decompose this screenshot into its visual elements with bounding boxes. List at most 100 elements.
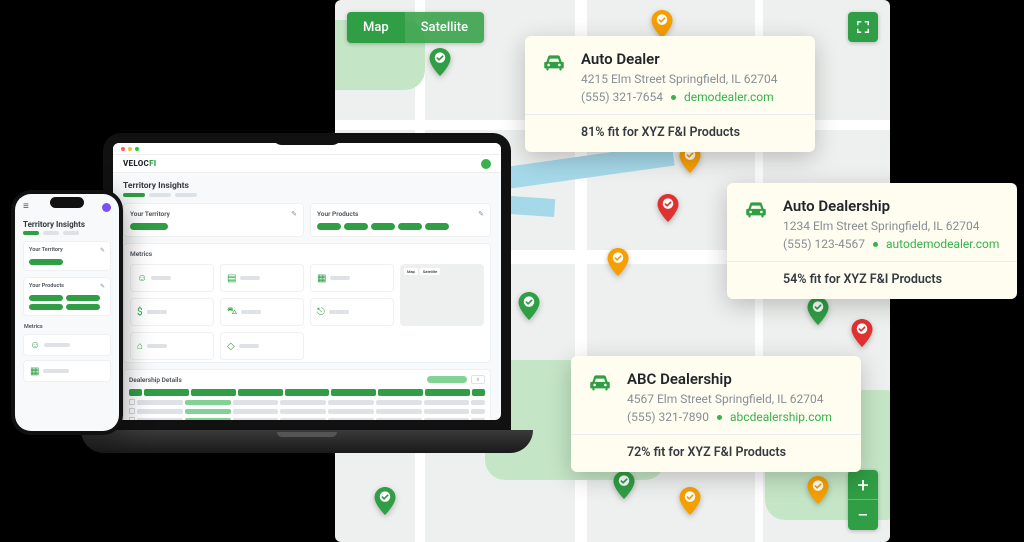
territory-card[interactable]: Your Territory ✎	[123, 203, 304, 237]
territory-card-title: Your Territory	[130, 210, 170, 218]
filter-chip[interactable]	[427, 376, 467, 383]
dealer-card-2[interactable]: ABC Dealership 4567 Elm Street Springfie…	[571, 356, 861, 472]
metric-item[interactable]: ☺	[130, 264, 214, 292]
row-checkbox[interactable]	[129, 408, 135, 414]
dealer-phone: (555) 321-7654	[581, 90, 663, 104]
map-pin[interactable]	[654, 194, 682, 222]
map-pin[interactable]	[610, 471, 638, 499]
metrics-map-preview[interactable]: Map Satellite	[400, 264, 484, 326]
metric-item[interactable]: ⛍	[220, 298, 304, 326]
map-view-satellite-button[interactable]: Satellite	[405, 12, 484, 43]
row-checkbox[interactable]	[129, 417, 135, 420]
territory-card-title: Your Territory	[29, 247, 63, 254]
dealer-phone: (555) 321-7890	[627, 410, 709, 424]
dealer-title: Auto Dealership	[783, 197, 1001, 215]
dealer-card-0[interactable]: Auto Dealer 4215 Elm Street Springfield,…	[525, 36, 815, 152]
metrics-card-title: Metrics	[24, 324, 111, 330]
building-icon: ▤	[227, 273, 236, 284]
map-pin[interactable]	[848, 319, 876, 347]
phone-mockup: ≡ Territory Insights Your Territory ✎ Yo…	[11, 190, 123, 435]
divider	[571, 434, 861, 435]
map-pin[interactable]	[426, 48, 454, 76]
table-row[interactable]	[129, 417, 485, 420]
products-card-title: Your Products	[29, 283, 64, 290]
calendar-icon: ▦	[30, 366, 39, 377]
dealer-card-1[interactable]: Auto Dealership 1234 Elm Street Springfi…	[727, 183, 1017, 299]
table-row[interactable]	[129, 399, 485, 405]
zoom-in-button[interactable]: +	[848, 470, 878, 500]
laptop-base	[81, 430, 533, 453]
map-pin[interactable]	[804, 476, 832, 504]
cart-icon: ⎋	[317, 307, 325, 318]
phone-notch	[50, 197, 84, 208]
zoom-out-button[interactable]: −	[848, 500, 878, 530]
dealer-website-link[interactable]: abcdealership.com	[730, 410, 832, 424]
breadcrumb	[23, 231, 111, 235]
metric-item[interactable]: ▦	[310, 264, 394, 292]
metric-item[interactable]: ▤	[220, 264, 304, 292]
page-title: Territory Insights	[23, 220, 111, 229]
metrics-card-title: Metrics	[130, 250, 484, 258]
products-card[interactable]: Your Products ✎	[23, 277, 111, 316]
breadcrumb	[123, 193, 491, 197]
details-card-title: Dealership Details	[129, 376, 182, 384]
map-pin[interactable]	[604, 248, 632, 276]
dealer-title: ABC Dealership	[627, 370, 845, 388]
car-icon: ⛍	[227, 306, 237, 319]
user-avatar[interactable]	[481, 159, 491, 169]
products-card-title: Your Products	[317, 210, 358, 218]
map-view-toggle: Map Satellite	[347, 12, 484, 43]
map-fullscreen-button[interactable]	[848, 12, 878, 42]
metric-item[interactable]: ◇	[220, 332, 304, 360]
metric-item[interactable]: ⎋	[310, 298, 394, 326]
app-window: VELOCFI Territory Insights Your Territor…	[113, 143, 501, 420]
edit-icon[interactable]: ✎	[100, 283, 105, 290]
hamburger-icon[interactable]: ≡	[23, 201, 29, 212]
status-dot	[671, 95, 676, 100]
map-pin[interactable]	[676, 487, 704, 515]
laptop-notch	[272, 133, 342, 145]
calendar-icon: ▦	[317, 273, 326, 284]
tag-icon: ◇	[227, 341, 235, 352]
dealer-website-link[interactable]: autodemodealer.com	[886, 237, 999, 251]
dealership-details-card: Dealership Details ⌕	[123, 369, 491, 420]
map-pin[interactable]	[804, 297, 832, 325]
map-pin[interactable]	[371, 487, 399, 515]
dealer-website-link[interactable]: demodealer.com	[684, 90, 774, 104]
page-title: Territory Insights	[123, 181, 491, 191]
dealer-phone: (555) 123-4567	[783, 237, 865, 251]
fullscreen-icon	[856, 20, 870, 34]
table-row[interactable]	[129, 408, 485, 414]
edit-icon[interactable]: ✎	[478, 210, 484, 218]
car-icon	[743, 197, 769, 223]
tag-icon: ⌂	[137, 341, 143, 352]
metric-item[interactable]: ⌂	[130, 332, 214, 360]
edit-icon[interactable]: ✎	[100, 247, 105, 254]
map-zoom-controls: + −	[848, 470, 878, 530]
user-avatar[interactable]	[102, 203, 111, 212]
dealer-fit-score: 72% fit for XYZ F&I Products	[547, 445, 845, 460]
dealer-fit-score: 81% fit for XYZ F&I Products	[501, 125, 799, 140]
map-pin[interactable]	[648, 10, 676, 38]
products-card[interactable]: Your Products ✎	[310, 203, 491, 237]
app-brand: VELOCFI	[123, 159, 156, 168]
status-dot	[873, 242, 878, 247]
dealer-title: Auto Dealer	[581, 50, 799, 68]
metric-item[interactable]: $	[130, 298, 214, 326]
row-checkbox[interactable]	[129, 399, 135, 405]
divider	[727, 261, 1017, 262]
divider	[525, 114, 815, 115]
status-dot	[717, 415, 722, 420]
search-button[interactable]: ⌕	[471, 375, 485, 384]
car-icon	[587, 370, 613, 396]
edit-icon[interactable]: ✎	[291, 210, 297, 218]
app-header: VELOCFI	[113, 155, 501, 173]
territory-card[interactable]: Your Territory ✎	[23, 241, 111, 271]
dealer-fit-score: 54% fit for XYZ F&I Products	[703, 272, 1001, 287]
metric-item[interactable]: ▦	[23, 360, 111, 382]
metrics-card: Metrics ☺ ▤ ▦ Map Satellite $ ⛍	[123, 243, 491, 363]
dollar-icon: $	[137, 307, 143, 318]
users-icon: ☺	[137, 273, 147, 284]
metric-item[interactable]: ☺	[23, 334, 111, 356]
map-view-map-button[interactable]: Map	[347, 12, 405, 43]
